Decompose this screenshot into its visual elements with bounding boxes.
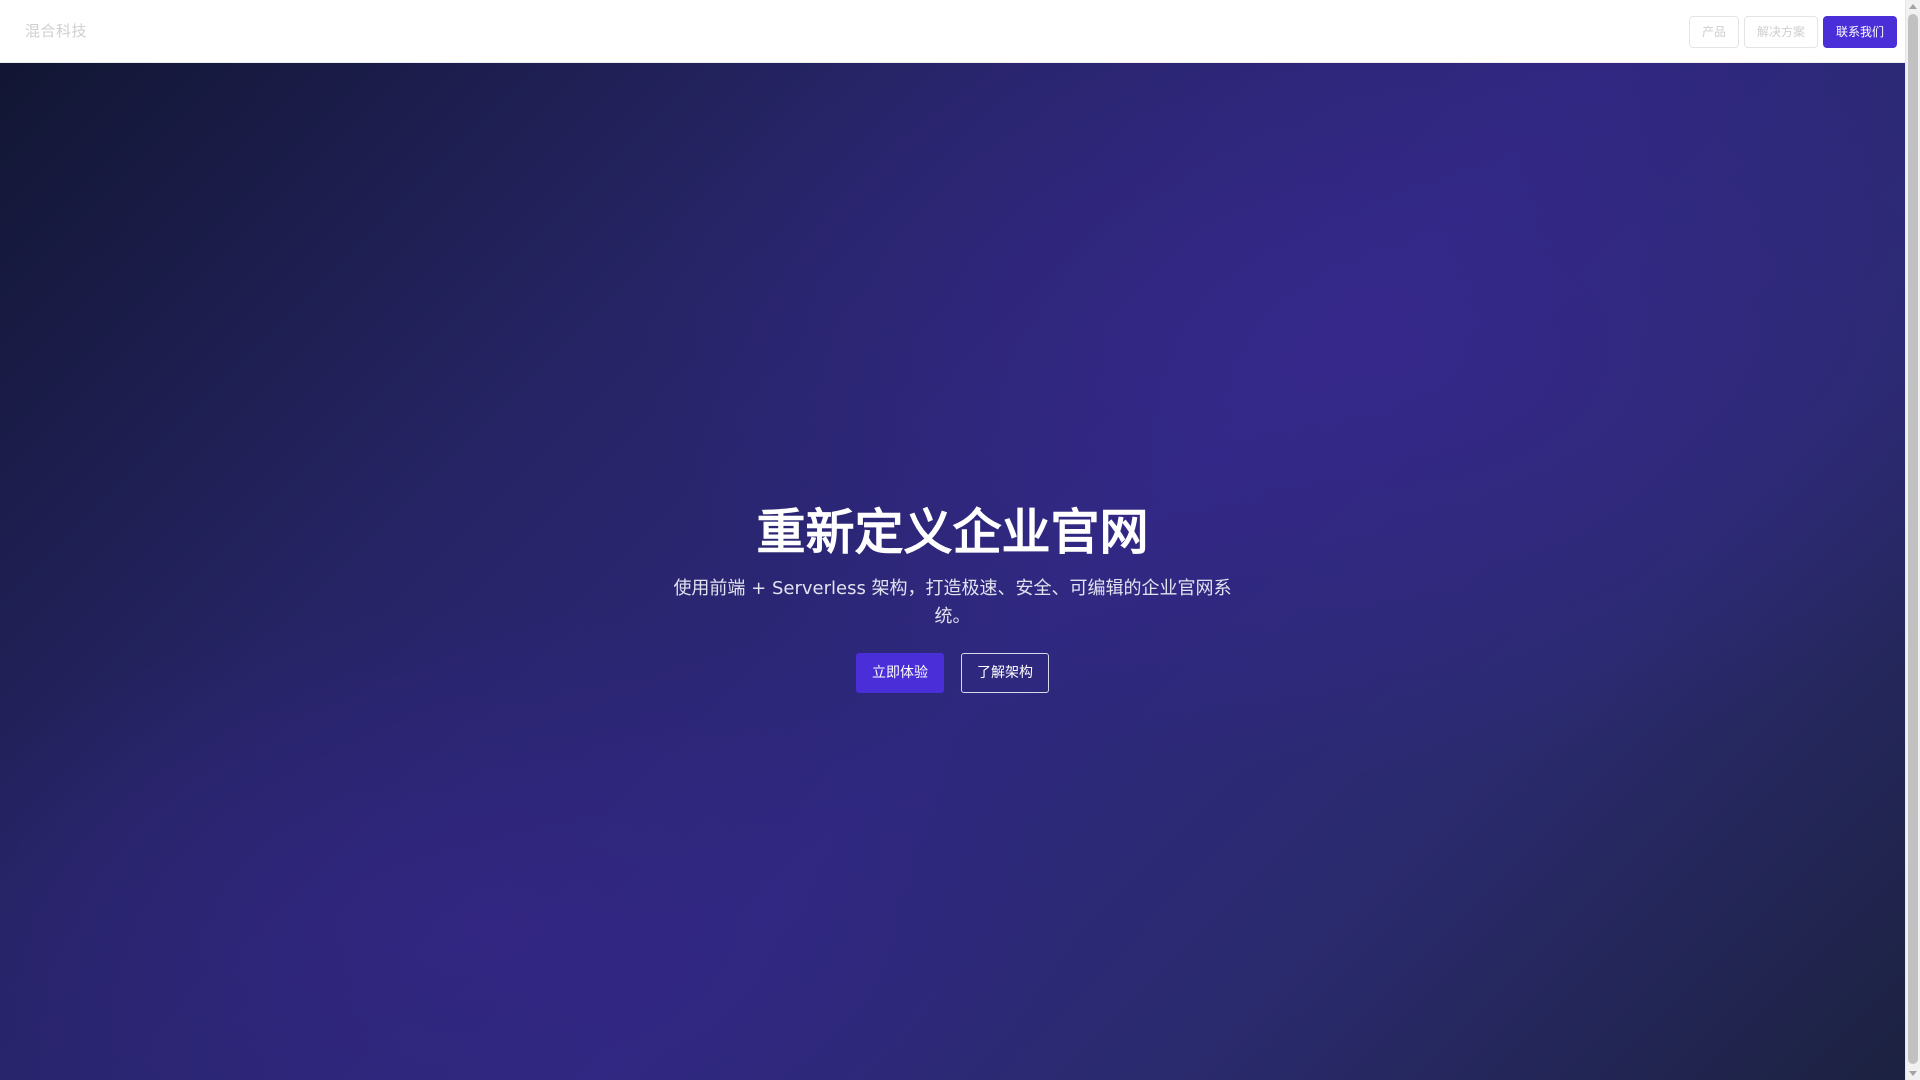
brand-logo-text[interactable]: 混合科技 bbox=[25, 20, 87, 41]
try-now-button[interactable]: 立即体验 bbox=[856, 653, 944, 693]
nav-products-button[interactable]: 产品 bbox=[1688, 16, 1739, 48]
learn-architecture-button[interactable]: 了解架构 bbox=[961, 653, 1049, 693]
top-navbar: 混合科技 产品 解决方案 联系我们 bbox=[0, 0, 1905, 63]
scroll-up-arrow-icon[interactable] bbox=[1909, 4, 1917, 9]
hero-title: 重新定义企业官网 bbox=[756, 504, 1149, 561]
vertical-scrollbar[interactable] bbox=[1905, 0, 1920, 1080]
scrollbar-thumb[interactable] bbox=[1908, 14, 1918, 1064]
hero-content: 重新定义企业官网 使用前端 + Serverless 架构，打造极速、安全、可编… bbox=[0, 503, 1905, 693]
hero-subtitle: 使用前端 + Serverless 架构，打造极速、安全、可编辑的企业官网系统。 bbox=[673, 578, 1232, 627]
contact-us-button[interactable]: 联系我们 bbox=[1822, 16, 1897, 48]
hero-section: 重新定义企业官网 使用前端 + Serverless 架构，打造极速、安全、可编… bbox=[0, 63, 1905, 1080]
nav-actions: 产品 解决方案 联系我们 bbox=[1688, 16, 1897, 48]
page: 混合科技 产品 解决方案 联系我们 重新定义企业官网 使用前端 + Server… bbox=[0, 0, 1920, 1080]
hero-actions: 立即体验 了解架构 bbox=[0, 653, 1905, 693]
scroll-down-arrow-icon[interactable] bbox=[1909, 1071, 1917, 1076]
nav-solutions-button[interactable]: 解决方案 bbox=[1743, 16, 1818, 48]
